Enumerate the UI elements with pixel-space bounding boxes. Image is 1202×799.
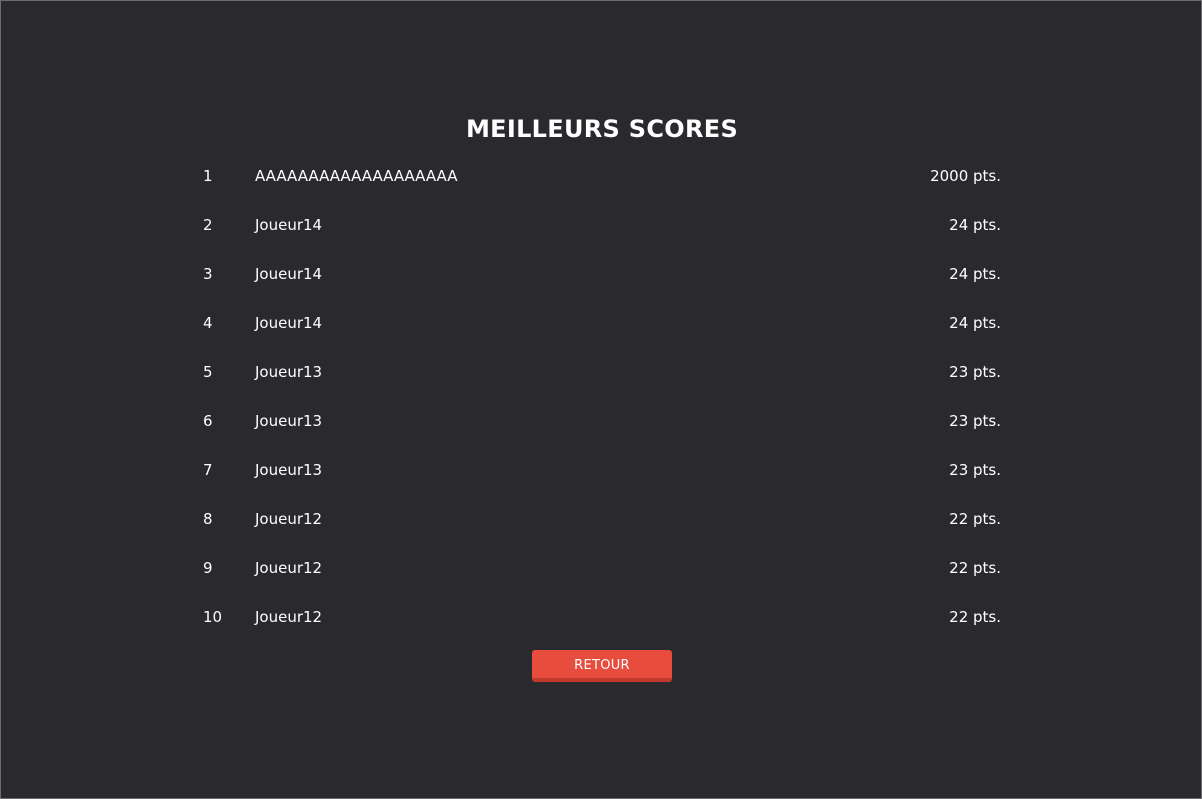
score-points: 24 pts. xyxy=(949,216,1001,234)
back-button[interactable]: RETOUR xyxy=(532,650,672,682)
score-rank: 3 xyxy=(203,265,213,283)
game-screen: MEILLEURS SCORES 1 AAAAAAAAAAAAAAAAAAA 2… xyxy=(0,0,1202,799)
player-name: Joueur13 xyxy=(255,461,323,479)
score-points: 23 pts. xyxy=(949,363,1001,381)
page-title: MEILLEURS SCORES xyxy=(465,115,739,143)
score-points: 22 pts. xyxy=(949,510,1001,528)
score-rank: 1 xyxy=(203,167,213,185)
player-name: Joueur14 xyxy=(255,265,323,283)
score-rank: 4 xyxy=(203,314,213,332)
player-name: Joueur12 xyxy=(255,559,323,577)
score-row: 5 Joueur13 23 pts. xyxy=(203,359,1001,408)
score-rank: 9 xyxy=(203,559,213,577)
score-row: 7 Joueur13 23 pts. xyxy=(203,457,1001,506)
score-points: 23 pts. xyxy=(949,461,1001,479)
score-row: 8 Joueur12 22 pts. xyxy=(203,506,1001,555)
player-name: Joueur14 xyxy=(255,216,323,234)
score-row: 9 Joueur12 22 pts. xyxy=(203,555,1001,604)
score-row: 4 Joueur14 24 pts. xyxy=(203,310,1001,359)
score-points: 24 pts. xyxy=(949,265,1001,283)
score-row: 1 AAAAAAAAAAAAAAAAAAA 2000 pts. xyxy=(203,163,1001,212)
score-row: 2 Joueur14 24 pts. xyxy=(203,212,1001,261)
score-rank: 8 xyxy=(203,510,213,528)
player-name: Joueur12 xyxy=(255,510,323,528)
score-points: 22 pts. xyxy=(949,608,1001,626)
score-row: 3 Joueur14 24 pts. xyxy=(203,261,1001,310)
score-points: 22 pts. xyxy=(949,559,1001,577)
score-row: 6 Joueur13 23 pts. xyxy=(203,408,1001,457)
player-name: Joueur13 xyxy=(255,412,323,430)
score-points: 2000 pts. xyxy=(930,167,1001,185)
score-rank: 2 xyxy=(203,216,213,234)
player-name: Joueur13 xyxy=(255,363,323,381)
score-rank: 10 xyxy=(203,608,223,626)
score-row: 10 Joueur12 22 pts. xyxy=(203,604,1001,653)
score-rank: 7 xyxy=(203,461,213,479)
player-name: AAAAAAAAAAAAAAAAAAA xyxy=(255,167,458,185)
player-name: Joueur14 xyxy=(255,314,323,332)
player-name: Joueur12 xyxy=(255,608,323,626)
highscore-list: 1 AAAAAAAAAAAAAAAAAAA 2000 pts. 2 Joueur… xyxy=(203,163,1001,653)
score-points: 24 pts. xyxy=(949,314,1001,332)
score-rank: 5 xyxy=(203,363,213,381)
score-points: 23 pts. xyxy=(949,412,1001,430)
score-rank: 6 xyxy=(203,412,213,430)
